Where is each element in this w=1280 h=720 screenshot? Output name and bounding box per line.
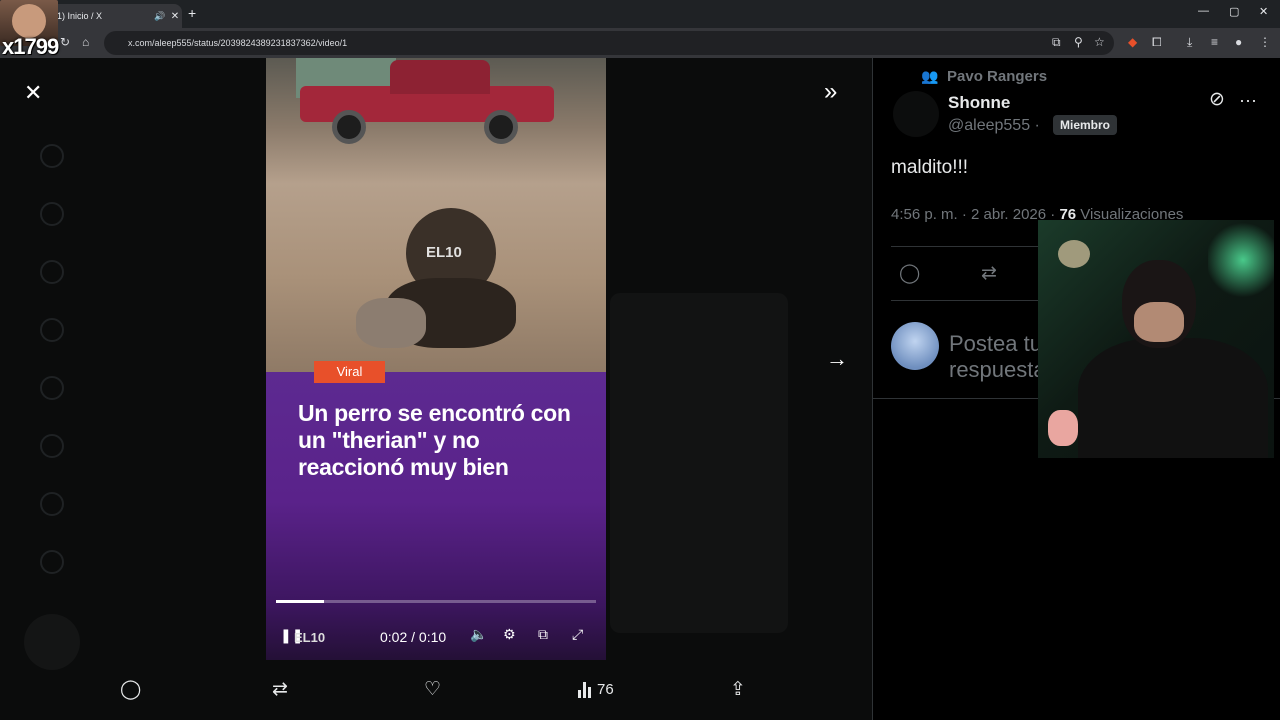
pip-icon[interactable]: ⧉ <box>538 626 548 643</box>
ghost-notifications-icon <box>40 260 64 284</box>
fullscreen-icon[interactable]: ⤢ <box>572 626 583 643</box>
ghost-home-icon <box>40 144 64 168</box>
ghost-media-panel <box>610 293 788 633</box>
tab-close-icon[interactable]: ✕ <box>168 11 182 22</box>
grok-icon[interactable]: ⊘ <box>1209 88 1225 111</box>
extension-icon[interactable]: ◆ <box>1128 35 1137 49</box>
browser-toolbar: ↻ ⌂ x.com/aleep555/status/20398243892318… <box>0 28 1280 58</box>
media-icon[interactable]: ≡ <box>1211 35 1218 49</box>
tweet-text: maldito!!! <box>891 157 969 178</box>
dog-image <box>356 198 526 358</box>
ghost-profile-icon <box>40 492 64 516</box>
ghost-search-icon <box>40 202 64 226</box>
minimize-icon[interactable]: — <box>1198 5 1209 17</box>
url-text: x.com/aleep555/status/203982438923183736… <box>128 38 348 48</box>
repost-icon[interactable]: ⇄ <box>272 678 288 701</box>
bookmark-star-icon[interactable]: ☆ <box>1094 35 1105 49</box>
author-avatar[interactable] <box>893 91 939 137</box>
video-time: 0:02 / 0:10 <box>380 629 447 645</box>
video-player[interactable]: EL10 Viral Un perro se encontró con un "… <box>266 58 606 660</box>
views-button[interactable]: 76 <box>578 681 614 698</box>
address-bar[interactable]: x.com/aleep555/status/203982438923183736… <box>104 31 1114 55</box>
extensions-puzzle-icon[interactable]: ⧠ <box>1152 35 1162 50</box>
reply-icon[interactable]: ◯ <box>120 678 141 701</box>
author-name[interactable]: Shonne <box>948 93 1010 113</box>
ghost-more-icon <box>40 550 64 574</box>
webcam-overlay <box>1038 220 1274 458</box>
video-watermark: EL10 <box>426 244 462 261</box>
community-name[interactable]: Pavo Rangers <box>947 68 1047 85</box>
tab-audio-icon[interactable]: 🔊 <box>154 11 168 22</box>
volume-icon[interactable]: 🔈 <box>470 626 487 643</box>
menu-icon[interactable]: ⋮ <box>1259 35 1271 49</box>
ghost-post-button <box>24 614 80 670</box>
tweet-repost-icon[interactable]: ⇄ <box>981 262 997 285</box>
maximize-icon[interactable]: ▢ <box>1229 5 1239 18</box>
microphone-image <box>1058 240 1090 268</box>
reload-icon[interactable]: ↻ <box>60 35 70 49</box>
close-icon[interactable]: ✕ <box>24 80 42 106</box>
download-icon[interactable]: ⤓ <box>1187 35 1192 50</box>
sticker-image <box>1048 410 1078 446</box>
double-chevron-icon[interactable]: » <box>824 78 837 106</box>
settings-icon[interactable]: ⚙ <box>503 626 516 643</box>
member-badge: Miembro <box>1053 115 1118 135</box>
video-frame-photo: EL10 <box>266 58 606 372</box>
author-handle[interactable]: @aleep555 · <box>948 117 1040 135</box>
more-icon[interactable]: ··· <box>1239 90 1257 111</box>
video-progress-bar[interactable] <box>276 600 596 603</box>
reply-avatar <box>891 322 939 370</box>
ghost-grok-icon <box>40 376 64 400</box>
ghost-lists-icon <box>40 434 64 458</box>
new-tab-icon[interactable]: + <box>188 5 196 21</box>
cast-icon[interactable]: ⧉ <box>1052 35 1061 50</box>
zoom-icon[interactable]: ⚲ <box>1074 35 1083 49</box>
profile-icon[interactable]: ● <box>1235 35 1242 49</box>
browser-tabbar: (1) Inicio / X 🔊 ✕ + — ▢ ✕ <box>0 0 1280 28</box>
truck-image <box>300 60 554 144</box>
tab-title: (1) Inicio / X <box>54 11 103 21</box>
like-icon[interactable]: ♡ <box>424 678 441 701</box>
browser-tab[interactable]: (1) Inicio / X 🔊 ✕ <box>42 4 182 28</box>
window-close-icon[interactable]: ✕ <box>1259 5 1268 18</box>
home-icon[interactable]: ⌂ <box>82 35 89 49</box>
arrow-right-icon[interactable]: → <box>826 346 848 372</box>
streamer-overlay-handle: x1799 <box>2 34 59 59</box>
ghost-messages-icon <box>40 318 64 342</box>
video-headline: Un perro se encontró con un "therian" y … <box>298 400 571 480</box>
player-logo: EL10 <box>294 630 326 645</box>
viral-badge: Viral <box>314 361 385 383</box>
tweet-reply-icon[interactable]: ◯ <box>899 262 920 285</box>
views-count: 76 <box>597 681 614 698</box>
community-icon: 👥 <box>921 68 939 84</box>
views-icon <box>578 681 591 698</box>
share-icon[interactable]: ⇪ <box>730 678 746 701</box>
